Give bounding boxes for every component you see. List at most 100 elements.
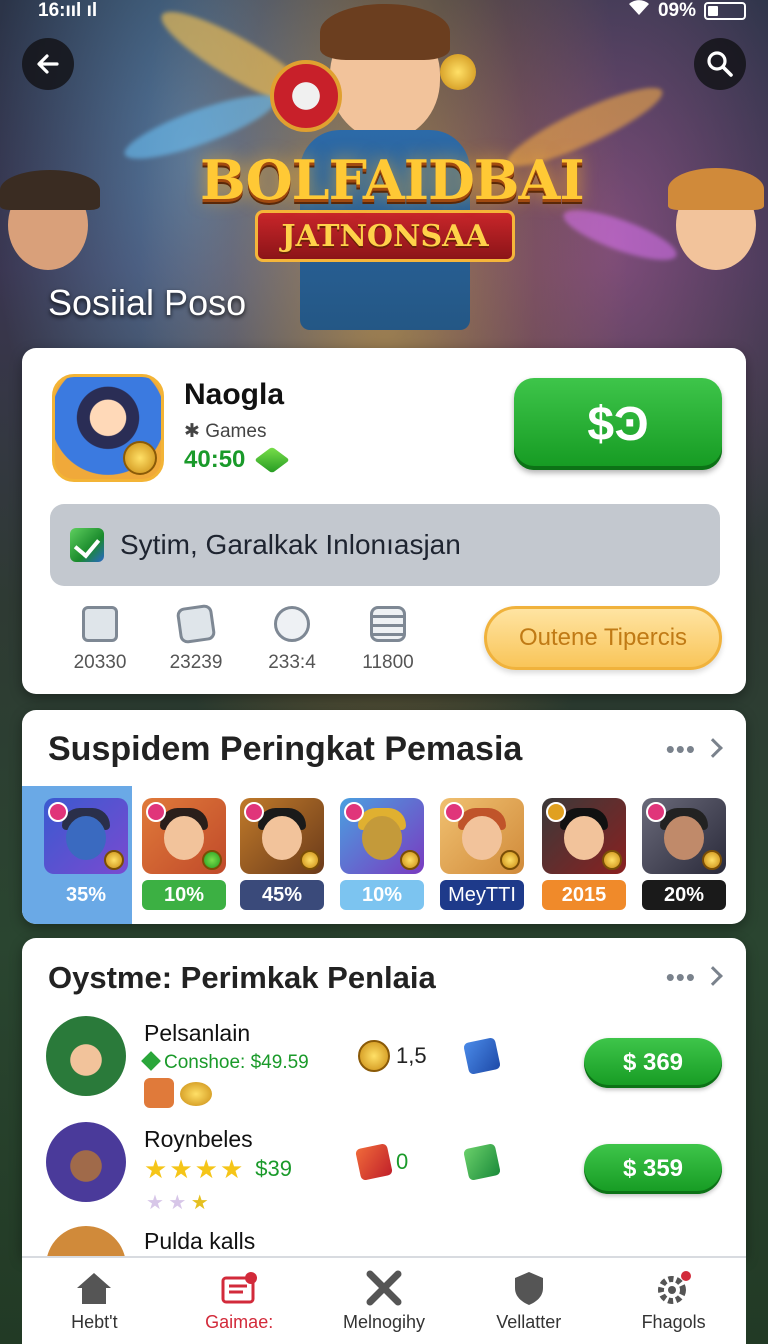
nav-item-settings[interactable]: Fhagols [601, 1258, 746, 1344]
rank-item[interactable]: 35% [44, 798, 128, 910]
side-character-hair [668, 168, 764, 210]
badge-icon [146, 802, 166, 822]
ranking-card: Suspidem Peringkat Pemasia ••• 35% 10% 4… [22, 710, 746, 924]
coin-badge-icon [123, 441, 157, 475]
item-price-button[interactable]: $ 359 [584, 1144, 722, 1194]
green-cube-icon [463, 1143, 501, 1181]
gem-icon [141, 1051, 161, 1071]
secondary-button[interactable]: Outene Tipercis [484, 606, 722, 670]
nav-label: Vellatter [496, 1312, 562, 1332]
notice-bar[interactable]: Sytim, Garalkak Inlonıasjan [50, 504, 720, 586]
item-price-button[interactable]: $ 369 [584, 1038, 722, 1088]
stat-item[interactable]: 11800 [340, 606, 436, 674]
nav-label: Gaimae: [205, 1312, 274, 1332]
cannon-prop [270, 60, 342, 132]
rank-item[interactable]: 20% [642, 798, 726, 910]
back-button[interactable] [22, 38, 74, 90]
stat-value: 233:4 [268, 652, 316, 673]
nav-item-shield[interactable]: Vellatter [456, 1258, 601, 1344]
nav-item-games[interactable]: Gaimae: [167, 1258, 312, 1344]
more-dots: ••• [665, 962, 696, 992]
battery-icon [704, 2, 746, 20]
rank-item[interactable]: 2015 [542, 798, 626, 910]
bottom-nav: Hebt't Gaimae: Melnogihy Vellatter Fhago… [22, 1256, 746, 1344]
battery-percent: 09% [657, 0, 696, 21]
app-price-value: 40:50 [184, 446, 246, 473]
home-icon [77, 1273, 112, 1304]
logo-ribbon: JATNONSAA [255, 210, 515, 262]
list-title: Oystme: Perimkak Penlaia [48, 960, 436, 995]
stat-item[interactable]: 233:4 [244, 606, 340, 674]
list-more-button[interactable]: ••• [665, 962, 723, 993]
blue-cube-icon [463, 1037, 501, 1075]
coin-icon [300, 850, 320, 870]
gem-icon [254, 446, 291, 474]
games-icon [221, 1272, 258, 1304]
ranking-title: Suspidem Peringkat Pemasia [48, 730, 523, 768]
coin-icon [702, 850, 722, 870]
rank-item[interactable]: 10% [340, 798, 424, 910]
thumb-face [362, 816, 402, 860]
rank-item[interactable]: MeyTTI [440, 798, 524, 910]
stat-value: 11800 [362, 652, 414, 673]
rank-label: 10% [142, 880, 226, 910]
status-bar: 16:ııl ıl 09% [0, 0, 768, 26]
stat-value: 23239 [169, 652, 223, 673]
thumb-face [564, 816, 604, 860]
thumb-face [462, 816, 502, 860]
gold-coin [440, 54, 476, 90]
thumb-face [164, 816, 204, 860]
rank-thumbnail [240, 798, 324, 874]
thumb-face [664, 816, 704, 860]
search-button[interactable] [694, 38, 746, 90]
badge-icon [646, 802, 666, 822]
item-name: Roynbeles [144, 1126, 253, 1152]
nav-label: Hebt't [71, 1312, 118, 1332]
buy-button[interactable]: $Ͽ [514, 378, 722, 470]
stat-value: 20330 [73, 652, 127, 673]
magnifier-icon [274, 606, 310, 642]
star-icon: ★ [219, 1154, 244, 1184]
star-icon: ★ [144, 1154, 168, 1184]
gem-icon [202, 850, 222, 870]
logo-subtitle: JATNONSAA [281, 218, 489, 254]
check-cube-icon [70, 528, 104, 562]
item-name: Pelsanlain [144, 1020, 251, 1046]
item-count-value: 1,5 [396, 1043, 427, 1068]
coin-icon [400, 850, 420, 870]
star-icon: ★ [190, 1192, 209, 1214]
item-mini-stars: ★ ★ ★ [146, 1190, 209, 1215]
list-item[interactable]: Roynbeles ★ ★ ★ ★ $39 ★ ★ ★ 0 $ 359 [22, 1122, 746, 1232]
badge-icon [546, 802, 566, 822]
rank-item[interactable]: 10% [142, 798, 226, 910]
ranking-more-button[interactable]: ••• [665, 734, 723, 765]
search-icon [707, 51, 733, 77]
coin-icon [180, 1082, 212, 1106]
item-subtitle: Conshoe: $49.59 [141, 1051, 309, 1074]
nav-item-tools[interactable]: Melnogihy [312, 1258, 457, 1344]
nav-label: Melnogihy [342, 1312, 426, 1332]
list-item[interactable]: Pulda kalls [22, 1226, 746, 1256]
chevron-right-icon [703, 738, 723, 758]
hero-title: Sosiial Poso [48, 282, 247, 323]
item-extra [463, 1037, 501, 1075]
mini-avatar-icon [144, 1078, 174, 1108]
more-dots: ••• [665, 734, 696, 764]
thumb-face [262, 816, 302, 860]
app-category: ✱ Games [184, 421, 267, 442]
stat-item[interactable]: 20330 [52, 606, 148, 674]
app-card: Naogla ✱ Games 40:50 $Ͽ Sytim, Garalkak … [22, 348, 746, 694]
app-icon [52, 374, 164, 482]
stat-item[interactable]: 23239 [148, 603, 244, 674]
star-icon: ★ [194, 1154, 218, 1184]
badge-icon [444, 802, 464, 822]
side-character-hat [0, 170, 100, 210]
list-icon [370, 606, 406, 642]
list-card: Oystme: Perimkak Penlaia ••• Pelsanlain … [22, 938, 746, 1256]
stats-row: 20330 23239 233:4 11800 [52, 603, 436, 674]
ranking-row: 35% 10% 45% 10% MeyTTI 2015 20% [22, 786, 746, 924]
coin-icon [500, 850, 520, 870]
rank-item[interactable]: 45% [240, 798, 324, 910]
list-item[interactable]: Pelsanlain Conshoe: $49.59 1,5 $ 369 [22, 1016, 746, 1126]
nav-item-home[interactable]: Hebt't [22, 1258, 167, 1344]
